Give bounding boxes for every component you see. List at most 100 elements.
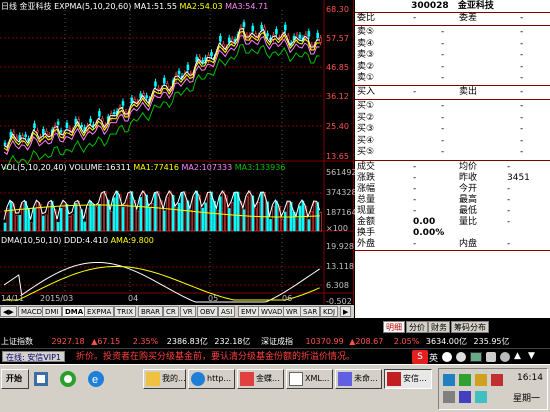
moon-icon[interactable] <box>442 352 452 362</box>
volume-bar <box>142 190 145 232</box>
ie-icon[interactable]: e <box>86 369 106 389</box>
sogou-ime-icon[interactable]: S <box>412 350 428 364</box>
buy-level-row[interactable]: 买① - - <box>355 101 550 112</box>
candle-body <box>219 35 222 42</box>
quote-title: 300028 金亚科技 <box>355 1 550 12</box>
volume-bar <box>189 210 193 232</box>
online-status[interactable]: 在线: 安信VIP1 <box>2 351 65 362</box>
keyboard-icon[interactable] <box>470 352 482 362</box>
tab-detail[interactable]: 明细 <box>383 321 405 333</box>
stat-row: 金额 0.00 量比 - <box>355 217 550 228</box>
scrolling-notice[interactable]: 折价。投资者在购买分级基金前，要认清分级基金份额的折溢价情况。 <box>76 351 406 363</box>
tab-trix[interactable]: TRIX <box>114 306 136 317</box>
sell-level-row[interactable]: 卖① - - <box>355 73 550 84</box>
candle-body <box>33 123 36 129</box>
volume-bar <box>124 203 128 232</box>
buy-level-row[interactable]: 买⑤ - - <box>355 147 550 158</box>
volume-bar <box>204 202 207 232</box>
tab-asi[interactable]: ASI <box>218 306 236 317</box>
tab-emv[interactable]: EMV <box>238 306 260 317</box>
volume-bar <box>242 209 246 232</box>
volume-bar <box>33 208 36 232</box>
taskbar-xml[interactable]: XML... <box>286 369 333 389</box>
chart-area[interactable]: 日线 金亚科技 EXPMA(5,10,20,60) MA1:51.55 MA2:… <box>0 0 357 306</box>
person-icon[interactable] <box>486 352 496 362</box>
time-axis-4: 06 <box>282 294 293 303</box>
sz-index-pct: 2.05% <box>393 337 420 346</box>
volume-icon[interactable] <box>475 374 487 386</box>
tray-icon-5[interactable] <box>443 391 455 403</box>
volume-header: VOL(5,10,20,40) VOLUME:16311 MA1:77416 M… <box>1 163 285 172</box>
sell-level-row[interactable]: 卖② - - <box>355 62 550 73</box>
volume-bar <box>136 210 140 232</box>
clock-time[interactable]: 16:14 <box>517 373 543 383</box>
taskbar-my-computer[interactable]: 我的... <box>143 369 186 389</box>
kline-chart[interactable] <box>0 0 354 304</box>
quicklaunch-icon-2[interactable] <box>58 369 78 389</box>
punctuation-icon[interactable] <box>456 352 466 362</box>
candle-body <box>56 121 60 125</box>
buy-level-row[interactable]: 买④ - - <box>355 136 550 147</box>
tab-wr[interactable]: WR <box>283 306 301 317</box>
sell-level-row[interactable]: 卖⑤ - - <box>355 27 550 38</box>
tab-obv[interactable]: OBV <box>197 306 218 317</box>
tab-more-arrow[interactable]: ▶ <box>340 306 352 317</box>
taskbar-btn-label: XML... <box>305 374 330 383</box>
volume-bar <box>310 211 314 232</box>
price-axis-2: 46.85 <box>326 63 349 72</box>
sell-level-row[interactable]: 卖④ - - <box>355 39 550 50</box>
chart-app-icon <box>387 372 401 386</box>
buy-level-row[interactable]: 买② - - <box>355 113 550 124</box>
candle-body <box>15 136 19 139</box>
ime-mode-icon[interactable]: 英 <box>429 351 438 364</box>
volume-bar <box>130 191 134 232</box>
tray-icon-6[interactable] <box>459 391 471 403</box>
stat-label-2: 内盘 <box>459 239 478 249</box>
tab-nav-arrows[interactable]: ◀▶ <box>0 306 17 317</box>
tab-price-distribution[interactable]: 分价 <box>406 321 428 333</box>
taskbar-untitled[interactable]: 未命... <box>335 369 382 389</box>
tray-app-icon[interactable] <box>491 374 503 386</box>
taskbar-kingdee[interactable]: 金蝶... <box>237 369 284 389</box>
volume-bar <box>9 201 13 232</box>
network-icon[interactable] <box>443 374 455 386</box>
volume-bar <box>254 208 258 232</box>
dma-axis-1: 13.118 <box>326 262 354 271</box>
tab-finance[interactable]: 财务 <box>428 321 450 333</box>
stat-row: 外盘 - 内盘 - <box>355 239 550 250</box>
taskbar-http[interactable]: http... <box>188 369 235 389</box>
tab-brar[interactable]: BRAR <box>138 306 164 317</box>
antivirus-icon[interactable] <box>459 374 471 386</box>
settings-icon[interactable] <box>500 352 510 362</box>
stat-label-2: 量比 <box>459 217 478 227</box>
candle-body <box>121 101 125 106</box>
tab-kdj[interactable]: KDJ <box>320 306 339 317</box>
ma-green-line <box>3 44 320 170</box>
tray-icon-7[interactable] <box>475 391 487 403</box>
volume-bar <box>104 191 107 232</box>
tab-cr[interactable]: CR <box>163 306 179 317</box>
candle-body <box>65 122 69 128</box>
buy-level-row[interactable]: 买③ - - <box>355 124 550 135</box>
tab-sar[interactable]: SAR <box>300 306 321 317</box>
taskbar-anxin[interactable]: 安信... <box>384 369 432 389</box>
volume-bar <box>148 207 151 232</box>
tab-chip-distribution[interactable]: 筹码分布 <box>451 321 489 333</box>
document-icon <box>289 372 303 386</box>
stat-row: 涨幅 - 今开 - <box>355 184 550 195</box>
buy-level-label: 买④ <box>357 135 375 146</box>
quicklaunch-icon-1[interactable] <box>31 369 51 389</box>
tab-vr[interactable]: VR <box>180 306 196 317</box>
tab-wvad[interactable]: WVAD <box>258 306 286 317</box>
tab-expma[interactable]: EXPMA <box>84 306 115 317</box>
arrow-up-icon[interactable]: ▲ <box>514 351 521 361</box>
start-button[interactable]: 开始 <box>1 369 29 389</box>
tab-dma[interactable]: DMA <box>62 306 87 317</box>
sell-level-row[interactable]: 卖③ - - <box>355 50 550 61</box>
volume-bar <box>98 203 101 232</box>
tab-macd[interactable]: MACD <box>18 306 45 317</box>
volume-bar <box>272 205 275 232</box>
tab-dmi[interactable]: DMI <box>42 306 62 317</box>
volume-bar <box>295 218 299 232</box>
arrow-down-icon[interactable]: ▼ <box>528 351 535 361</box>
